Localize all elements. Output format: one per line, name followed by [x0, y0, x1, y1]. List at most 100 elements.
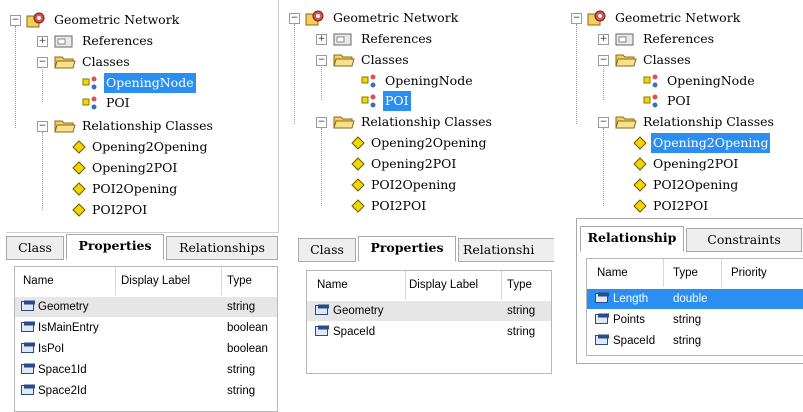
- field-name: SpaceId: [333, 326, 376, 338]
- relationship-diamond-icon: [351, 157, 365, 171]
- field-icon: [595, 334, 609, 345]
- table-row[interactable]: Points string: [587, 310, 803, 330]
- collapse-toggle[interactable]: −: [289, 13, 300, 24]
- field-type: string: [227, 364, 256, 376]
- table-row[interactable]: SpaceId string: [307, 322, 551, 342]
- tree-node-label: Opening2Opening: [651, 133, 771, 153]
- column-header-display-label[interactable]: Display Label: [409, 271, 478, 299]
- tab-relationships[interactable]: Relationships: [166, 236, 278, 260]
- field-icon: [315, 304, 329, 315]
- field-icon: [315, 325, 329, 336]
- attribute-type: double: [673, 293, 708, 305]
- column-header-display-label[interactable]: Display Label: [121, 267, 190, 295]
- column-header-name[interactable]: Name: [317, 271, 348, 299]
- geometric-network-icon: [587, 10, 606, 26]
- relationship-diamond-icon: [351, 199, 365, 213]
- field-icon: [21, 300, 35, 311]
- field-name: Space2Id: [38, 385, 87, 397]
- folder-open-icon: [615, 116, 637, 129]
- tab-class[interactable]: Class: [298, 238, 356, 262]
- references-icon: [333, 33, 352, 46]
- field-icon: [21, 342, 35, 353]
- expand-toggle[interactable]: +: [598, 34, 609, 45]
- properties-tab-strip: Class Properties Relationshi: [298, 236, 554, 262]
- collapse-toggle[interactable]: −: [598, 117, 609, 128]
- tree-node-label: POI2Opening: [371, 177, 457, 192]
- feature-class-icon: [361, 74, 376, 88]
- geometric-network-icon: [305, 10, 324, 26]
- collapse-toggle[interactable]: −: [571, 13, 582, 24]
- relationship-diamond-icon: [633, 199, 647, 213]
- tree-node-label: Relationship Classes: [643, 114, 774, 129]
- feature-class-icon: [643, 94, 658, 108]
- tree-border: [6, 0, 279, 233]
- column-header-type[interactable]: Type: [507, 271, 532, 299]
- tree-node-label: Opening2POI: [653, 156, 739, 171]
- collapse-toggle[interactable]: −: [316, 55, 327, 66]
- collapse-toggle[interactable]: −: [598, 55, 609, 66]
- folder-open-icon: [333, 116, 355, 129]
- field-icon: [21, 363, 35, 374]
- attribute-type: string: [673, 335, 702, 347]
- table-row[interactable]: Geometry string: [307, 301, 551, 321]
- field-type: string: [507, 326, 536, 338]
- field-type: boolean: [227, 322, 268, 334]
- tree-node-label: POI2POI: [371, 198, 427, 213]
- field-type: string: [227, 385, 256, 397]
- column-header-type[interactable]: Type: [227, 267, 252, 295]
- feature-class-icon: [361, 94, 376, 108]
- column-header-name[interactable]: Name: [23, 267, 54, 295]
- tab-properties[interactable]: Properties: [358, 236, 456, 262]
- tree-node-label: Opening2Opening: [371, 135, 487, 150]
- tab-class[interactable]: Class: [6, 236, 64, 260]
- field-name: Space1Id: [38, 364, 87, 376]
- tree-node-label: OpeningNode: [385, 73, 473, 88]
- field-icon: [21, 321, 35, 332]
- tree-node-label: Relationship Classes: [361, 114, 492, 129]
- table-row[interactable]: Space2Id string: [15, 381, 277, 401]
- tab-properties[interactable]: Properties: [66, 234, 164, 260]
- attribute-name: SpaceId: [613, 335, 656, 347]
- table-row[interactable]: Space1Id string: [15, 360, 277, 380]
- field-type: string: [507, 305, 536, 317]
- table-row[interactable]: IsPoI boolean: [15, 339, 277, 359]
- field-name: IsMainEntry: [38, 322, 99, 334]
- properties-tab-strip: Class Properties Relationships: [6, 234, 278, 260]
- field-name: IsPoI: [38, 343, 65, 355]
- collapse-toggle[interactable]: −: [316, 117, 327, 128]
- relationship-diamond-icon: [351, 136, 365, 150]
- table-row[interactable]: SpaceId string: [587, 331, 803, 351]
- folder-open-icon: [615, 54, 637, 67]
- table-row[interactable]: Length double: [587, 289, 803, 309]
- catalog-panel-3: − Geometric Network + References − Class…: [566, 0, 803, 412]
- tab-constraints[interactable]: Constraints: [686, 228, 802, 252]
- column-header-type[interactable]: Type: [673, 259, 698, 287]
- tree-node-label: Geometric Network: [333, 10, 459, 25]
- field-icon: [595, 313, 609, 324]
- folder-open-icon: [333, 54, 355, 67]
- tree-node-label: OpeningNode: [667, 73, 755, 88]
- field-icon: [595, 292, 609, 303]
- field-name: Geometry: [38, 301, 89, 313]
- column-header-name[interactable]: Name: [597, 259, 628, 287]
- fields-grid: Name Display Label Type Geometry string …: [306, 270, 552, 374]
- catalog-panel-1: − Geometric Network + References − Class…: [0, 0, 284, 412]
- table-row[interactable]: Geometry string: [15, 297, 277, 317]
- relationship-diamond-icon: [351, 178, 365, 192]
- attribute-name: Points: [613, 314, 645, 326]
- table-row[interactable]: IsMainEntry boolean: [15, 318, 277, 338]
- tab-relationship[interactable]: Relationship: [580, 226, 684, 252]
- attributes-grid: Name Type Priority Length double Points …: [586, 258, 803, 356]
- relationship-diamond-icon: [633, 136, 647, 150]
- tree-node-label: POI: [383, 91, 411, 111]
- tree-node-label: References: [643, 31, 715, 46]
- field-type: boolean: [227, 343, 268, 355]
- field-icon: [21, 384, 35, 395]
- attribute-type: string: [673, 314, 702, 326]
- tab-relationships[interactable]: Relationshi: [458, 238, 554, 262]
- tree-node-label: Geometric Network: [615, 10, 741, 25]
- field-type: string: [227, 301, 256, 313]
- column-header-priority[interactable]: Priority: [731, 259, 767, 287]
- expand-toggle[interactable]: +: [316, 34, 327, 45]
- tree-node-label: References: [361, 31, 433, 46]
